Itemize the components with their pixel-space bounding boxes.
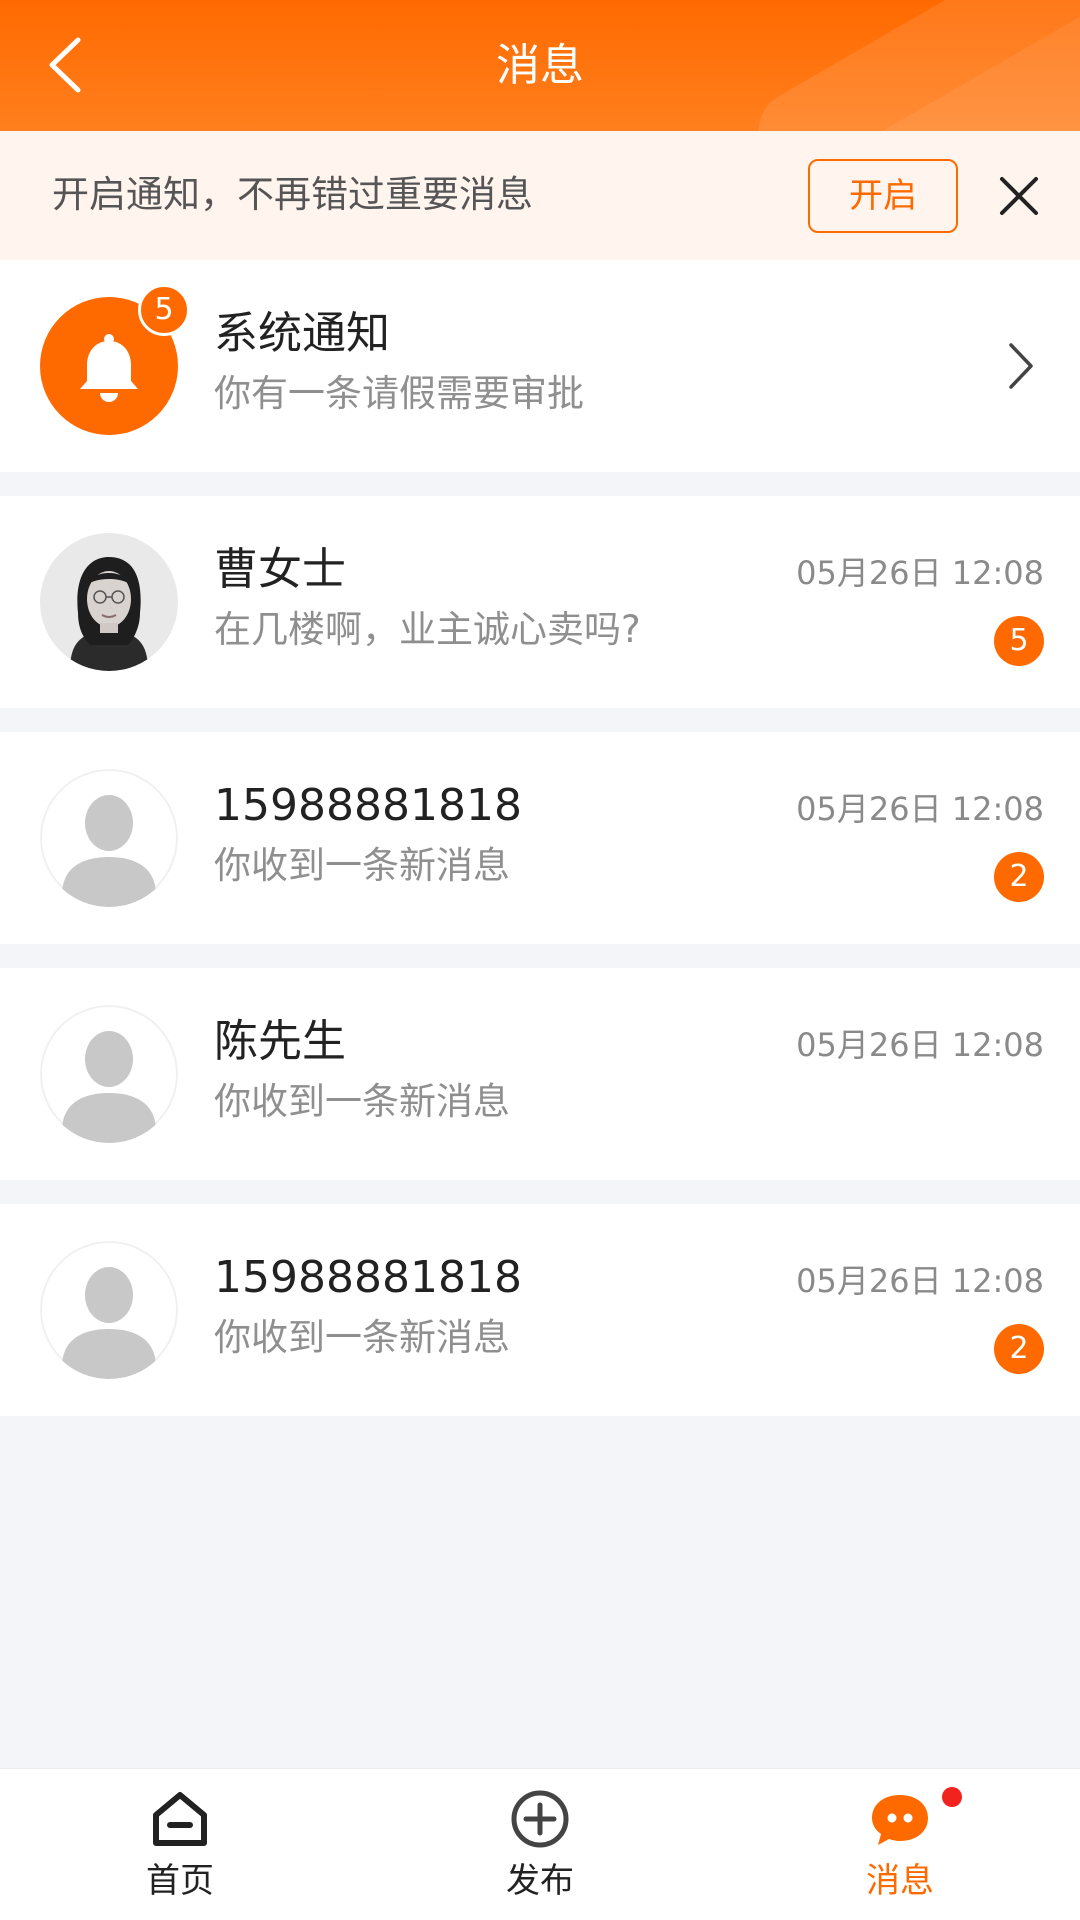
conversation-name: 15988881818 xyxy=(214,780,522,831)
conversation-time: 05月26日 12:08 xyxy=(796,790,1044,828)
close-icon xyxy=(1000,177,1038,215)
tab-publish[interactable]: 发布 xyxy=(360,1769,720,1920)
tab-label: 消息 xyxy=(866,1861,934,1901)
conversation-row[interactable]: 15988881818 你收到一条新消息 05月26日 12:08 2 xyxy=(0,732,1080,944)
default-avatar-icon xyxy=(40,1005,178,1143)
default-avatar-icon xyxy=(40,1241,178,1379)
conversation-row[interactable]: 曹女士 在几楼啊，业主诚心卖吗? 05月26日 12:08 5 xyxy=(0,496,1080,708)
conversation-name: 15988881818 xyxy=(214,1252,522,1303)
banner-text: 开启通知，不再错过重要消息 xyxy=(52,173,533,216)
conversation-preview: 你收到一条新消息 xyxy=(214,1080,510,1123)
conversation-time: 05月26日 12:08 xyxy=(796,1262,1044,1300)
header-bar: 消息 xyxy=(0,0,1080,131)
unread-badge: 2 xyxy=(994,1324,1044,1374)
messages-page: 消息 开启通知，不再错过重要消息 开启 系统通知 你有一条请假需要审批 5 曹女… xyxy=(0,0,1080,1920)
conversation-preview: 你收到一条新消息 xyxy=(214,1316,510,1359)
conversation-time: 05月26日 12:08 xyxy=(796,554,1044,592)
unread-badge: 2 xyxy=(994,852,1044,902)
page-title: 消息 xyxy=(496,40,584,91)
home-icon xyxy=(153,1792,207,1846)
chevron-right-icon[interactable] xyxy=(1006,340,1036,392)
conversation-name: 陈先生 xyxy=(214,1016,346,1067)
bottom-tab-bar: 首页 发布 消息 xyxy=(0,1768,1080,1920)
conversation-preview: 你收到一条新消息 xyxy=(214,844,510,887)
tab-label: 首页 xyxy=(146,1861,214,1901)
conversation-preview: 在几楼啊，业主诚心卖吗? xyxy=(214,608,641,651)
tab-label: 发布 xyxy=(506,1861,574,1901)
tab-messages[interactable]: 消息 xyxy=(720,1769,1080,1920)
tab-home[interactable]: 首页 xyxy=(0,1769,360,1920)
chat-bubble-icon xyxy=(872,1795,928,1845)
plus-circle-icon xyxy=(511,1790,569,1848)
close-banner-button[interactable] xyxy=(996,173,1042,219)
conversation-row[interactable]: 陈先生 你收到一条新消息 05月26日 12:08 xyxy=(0,968,1080,1180)
new-message-dot xyxy=(942,1787,962,1807)
default-avatar-icon xyxy=(40,769,178,907)
system-notice-subtitle: 你有一条请假需要审批 xyxy=(214,372,584,415)
photo-avatar xyxy=(40,533,178,671)
unread-badge: 5 xyxy=(994,616,1044,666)
notification-banner: 开启通知，不再错过重要消息 开启 xyxy=(0,131,1080,260)
system-notice-title: 系统通知 xyxy=(214,308,390,359)
system-notice-badge: 5 xyxy=(138,284,190,336)
enable-notifications-button[interactable]: 开启 xyxy=(808,159,958,233)
conversation-name: 曹女士 xyxy=(214,544,346,595)
conversation-row[interactable]: 15988881818 你收到一条新消息 05月26日 12:08 2 xyxy=(0,1204,1080,1416)
conversation-time: 05月26日 12:08 xyxy=(796,1026,1044,1064)
